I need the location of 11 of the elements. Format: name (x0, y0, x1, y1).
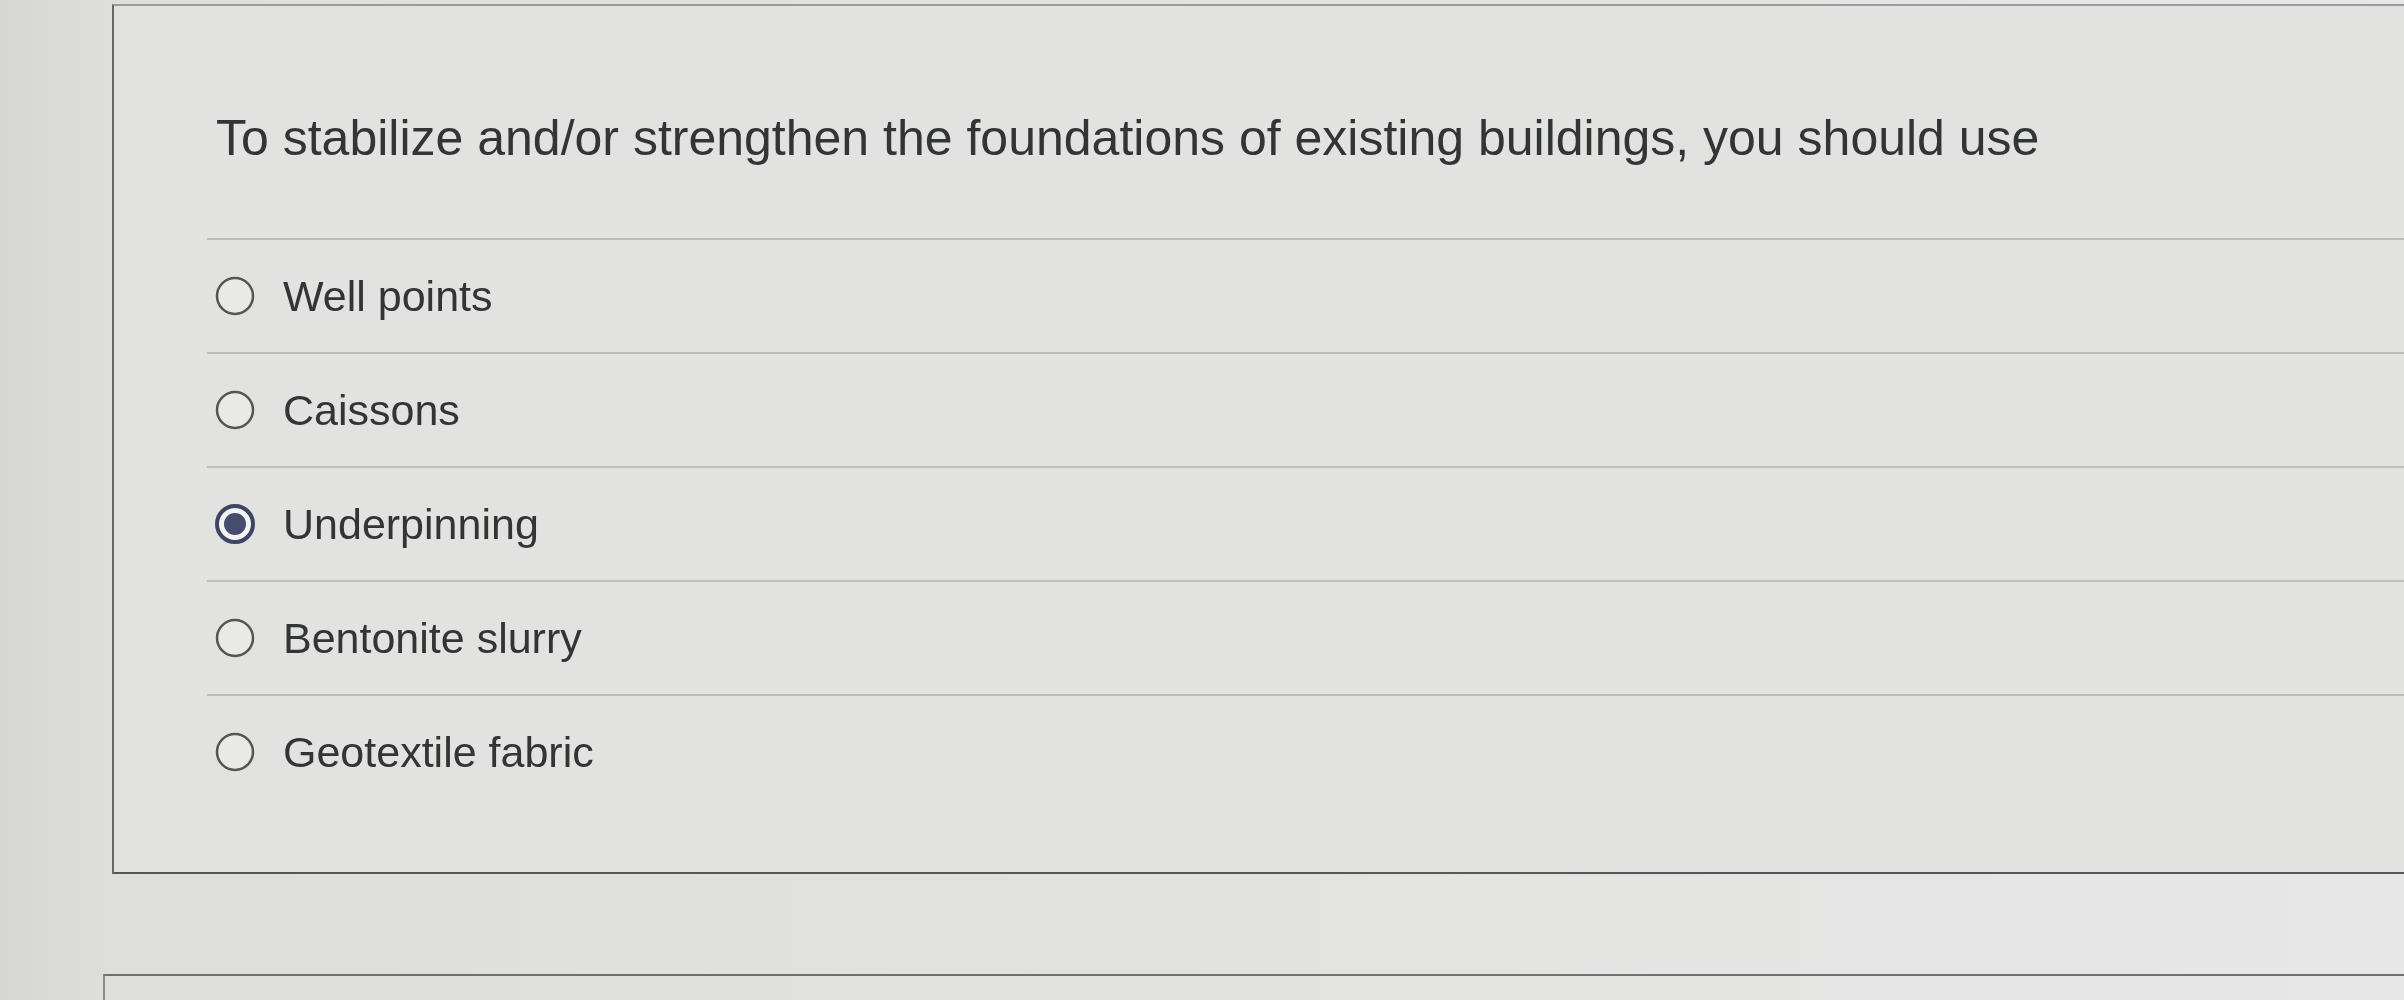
option-label[interactable]: Geotextile fabric (283, 726, 594, 778)
option-label[interactable]: Underpinning (283, 498, 539, 550)
option-label[interactable]: Caissons (283, 384, 460, 436)
radio-button-selected[interactable] (215, 504, 255, 544)
radio-button[interactable] (215, 618, 255, 658)
radio-button[interactable] (215, 276, 255, 316)
option-label[interactable]: Bentonite slurry (283, 612, 582, 664)
option-label[interactable]: Well points (283, 270, 493, 322)
radio-button[interactable] (215, 732, 255, 772)
radio-button[interactable] (215, 390, 255, 430)
question-text: To stabilize and/or strengthen the foundations of existing buildings, you should use (216, 109, 2040, 168)
